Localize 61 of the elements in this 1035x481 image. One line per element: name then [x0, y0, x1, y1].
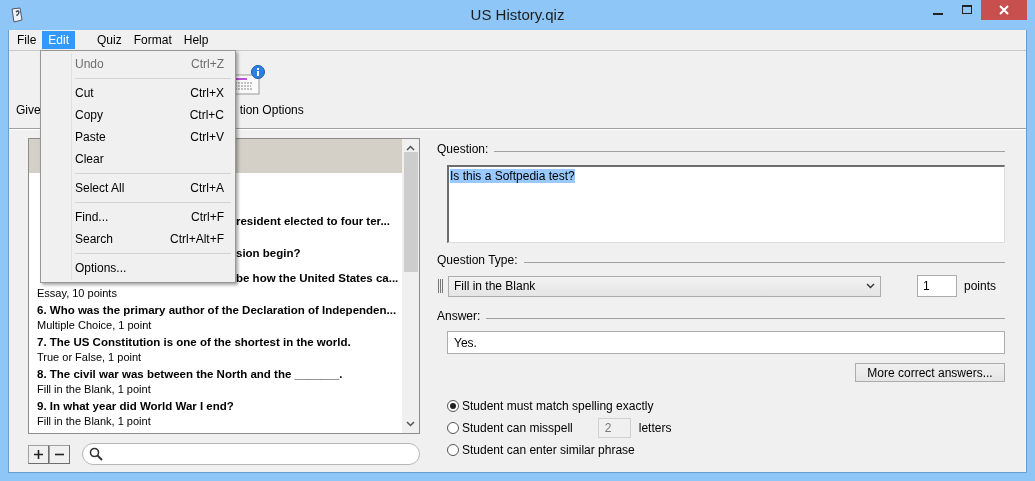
- letters-label: letters: [638, 420, 672, 435]
- menu-item[interactable]: Help: [177, 31, 215, 49]
- menu-item[interactable]: File: [11, 31, 43, 49]
- menu-item[interactable]: Select All Ctrl+A: [43, 177, 233, 199]
- menu-item[interactable]: Clear: [43, 148, 233, 170]
- radio-button[interactable]: [447, 443, 459, 456]
- chevron-down-icon: [866, 283, 875, 289]
- question-type-dropdown[interactable]: Fill in the Blank: [448, 275, 881, 297]
- add-button[interactable]: [28, 444, 49, 464]
- question-title: 8. The civil war was between the North and the _______.: [37, 366, 344, 382]
- search-icon: [89, 447, 103, 461]
- menu-item[interactable]: Find... Ctrl+F: [43, 206, 233, 228]
- option-label: Student must match spelling exactly: [462, 398, 654, 413]
- question-row[interactable]: 8. The civil war was between the North and the _______. Fill in the Blank, 1 point: [29, 365, 402, 397]
- selected-text: Is this a Softpedia test?: [450, 169, 575, 183]
- question-row[interactable]: 7. The US Constitution is one of the shortest in the world. True or False, 1 point: [29, 333, 402, 365]
- question-title: be how the United States ca...: [236, 270, 400, 286]
- answer-field[interactable]: Yes.: [447, 331, 1005, 354]
- question-details: Multiple Choice, 1 point: [37, 317, 153, 332]
- close-icon: [998, 4, 1010, 16]
- menu-item[interactable]: Paste Ctrl+V: [43, 126, 233, 148]
- toolbar-button[interactable]: tion Options: [239, 103, 304, 117]
- more-answers-button[interactable]: More correct answers...: [855, 363, 1005, 382]
- question-details: Essay, 10 points: [37, 285, 118, 300]
- question-details: Fill in the Blank, 1 point: [37, 381, 152, 396]
- scroll-up-icon[interactable]: [406, 145, 415, 151]
- menu-item[interactable]: Format: [127, 31, 178, 49]
- field-label: Answer:: [437, 309, 481, 323]
- minimize-icon: [932, 13, 943, 15]
- question-title: 9. In what year did World War I end?: [37, 398, 235, 414]
- toolbar-button[interactable]: Give: [16, 103, 41, 117]
- field-label: Question Type:: [437, 253, 518, 267]
- scroll-thumb[interactable]: [403, 152, 418, 272]
- points-field[interactable]: 1: [917, 275, 957, 297]
- question-row[interactable]: 9. In what year did World War I end? Fill in the Blank, 1 point: [29, 397, 402, 429]
- question-text-area[interactable]: Is this a Softpedia test?: [447, 165, 1005, 243]
- question-title: 7. The US Constitution is one of the shortest in the world.: [37, 334, 352, 350]
- remove-button[interactable]: [49, 444, 70, 464]
- question-title: 6. Who was the primary author of the Declaration of Independen...: [37, 302, 398, 318]
- question-details: True or False, 1 point: [37, 349, 143, 364]
- app-icon: [10, 7, 24, 23]
- scrollbar[interactable]: [402, 139, 419, 433]
- option-label: Student can misspell: [462, 420, 573, 435]
- menu-item[interactable]: Cut Ctrl+X: [43, 82, 233, 104]
- menu-item[interactable]: Options...: [43, 257, 233, 279]
- question-details: Fill in the Blank, 1 point: [37, 413, 152, 428]
- points-label: points: [964, 279, 997, 293]
- search-field[interactable]: [82, 443, 420, 465]
- close-button[interactable]: [981, 0, 1027, 20]
- radio-button[interactable]: [447, 421, 459, 434]
- window-title: US History.qiz: [469, 6, 566, 23]
- menu-item[interactable]: Quiz: [91, 31, 128, 49]
- option-label: Student can enter similar phrase: [462, 442, 635, 457]
- menu-item[interactable]: Search Ctrl+Alt+F: [43, 228, 233, 250]
- plus-icon: [34, 449, 43, 459]
- field-label: Question:: [437, 142, 489, 156]
- maximize-icon: [960, 4, 973, 16]
- question-row[interactable]: 6. Who was the primary author of the Declaration of Independen... Multiple Choice, 1 point: [29, 301, 402, 333]
- radio-button[interactable]: [447, 399, 459, 412]
- scroll-down-icon[interactable]: [406, 421, 415, 427]
- menu-item[interactable]: Copy Ctrl+C: [43, 104, 233, 126]
